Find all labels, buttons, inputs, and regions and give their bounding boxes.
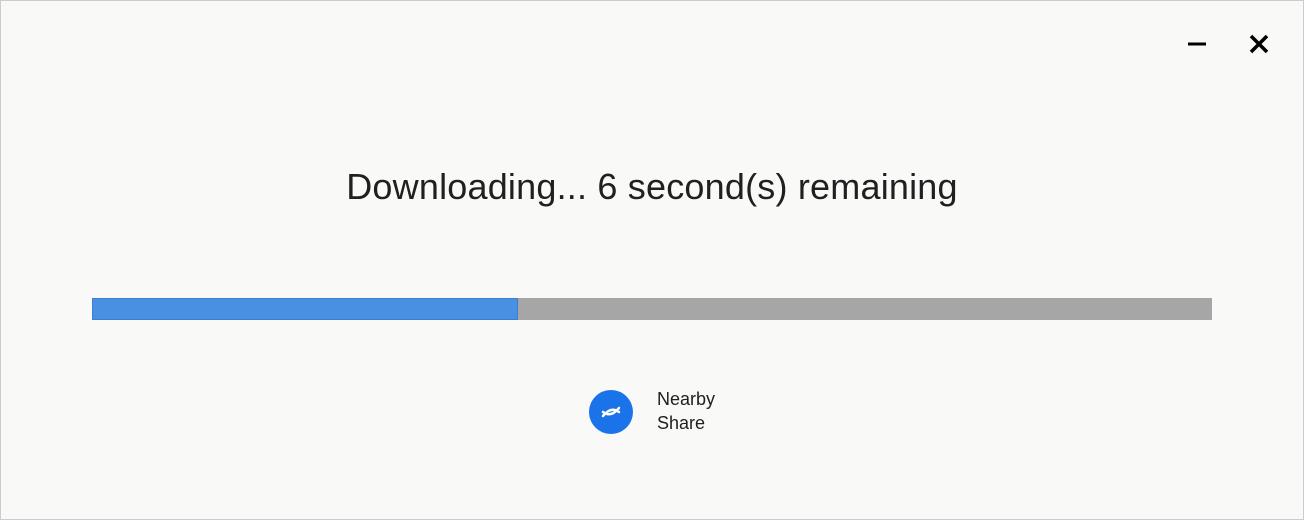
nearby-share-icon	[589, 390, 633, 434]
minimize-button[interactable]	[1185, 33, 1209, 57]
nearby-line1: Nearby	[657, 388, 715, 411]
nearby-line2: Share	[657, 412, 715, 435]
nearby-share-label: Nearby Share	[657, 388, 715, 435]
progress-bar	[92, 298, 1212, 320]
close-button[interactable]	[1247, 33, 1271, 57]
window-controls	[1185, 33, 1271, 57]
main-content: Downloading... 6 second(s) remaining	[1, 166, 1303, 320]
progress-fill	[92, 298, 518, 320]
minimize-icon	[1186, 33, 1208, 58]
close-icon	[1248, 33, 1270, 58]
nearby-share-button[interactable]: Nearby Share	[589, 388, 715, 435]
download-status-text: Downloading... 6 second(s) remaining	[346, 166, 958, 208]
